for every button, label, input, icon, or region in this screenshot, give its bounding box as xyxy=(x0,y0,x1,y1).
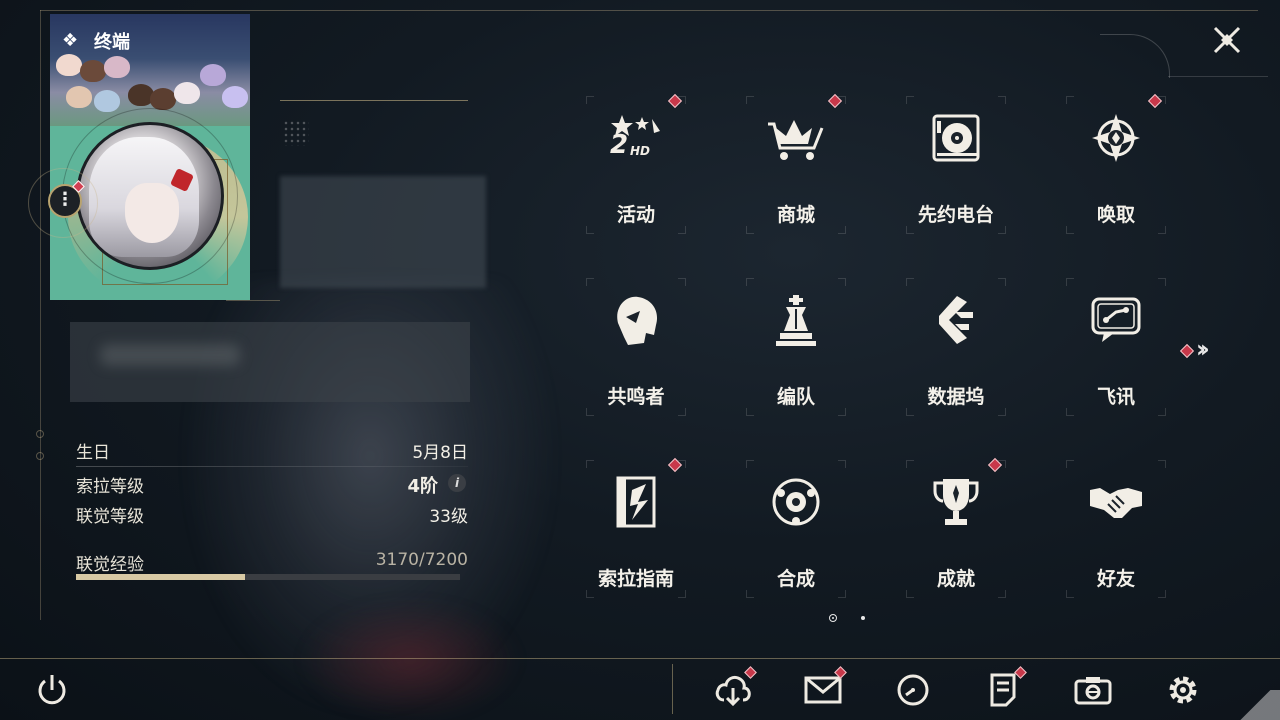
clock-icon xyxy=(897,674,929,706)
frame-left-line xyxy=(40,10,41,620)
menu-label: 共鸣者 xyxy=(607,386,665,408)
menu-label: 先约电台 xyxy=(917,204,994,226)
menu-label: 数据坞 xyxy=(927,386,985,408)
menu-label: 商城 xyxy=(776,204,815,226)
exp-progress-bar xyxy=(76,574,460,580)
notice-button[interactable] xyxy=(983,666,1027,710)
download-icon xyxy=(715,675,751,706)
birthday-value: 5月8日 xyxy=(412,443,468,463)
svg-text:HD: HD xyxy=(630,144,650,158)
menu-item-activity[interactable]: 2 HD 活动 xyxy=(586,93,686,234)
exp-value: 3170/7200 xyxy=(375,550,468,570)
shop-cart-icon xyxy=(764,110,828,166)
menu-label: 编队 xyxy=(776,386,815,408)
dot-grid-decoration xyxy=(283,120,309,146)
menu-label: 成就 xyxy=(936,568,975,590)
page-indicator xyxy=(826,612,870,624)
resonator-head-icon xyxy=(604,292,668,348)
birthday-label: 生日 xyxy=(76,443,110,463)
frame-left-ticks xyxy=(36,430,46,470)
menu-label: 合成 xyxy=(776,568,815,590)
menu-label: 唤取 xyxy=(1096,204,1135,226)
menu-label: 飞讯 xyxy=(1096,386,1135,408)
download-button[interactable] xyxy=(713,666,757,710)
menu-item-databank[interactable]: 数据坞 xyxy=(906,278,1006,416)
info-divider xyxy=(76,466,468,467)
data-bank-icon xyxy=(924,292,988,348)
sola-level-value: 4阶 xyxy=(407,476,438,497)
trophy-icon xyxy=(924,474,988,530)
menu-item-summon[interactable]: 唤取 xyxy=(1066,93,1166,234)
avatar[interactable] xyxy=(76,122,224,270)
svg-text:2: 2 xyxy=(610,130,628,160)
settings-button[interactable] xyxy=(1163,670,1203,710)
guidebook-icon xyxy=(604,474,668,530)
power-button[interactable] xyxy=(34,672,70,708)
menu-label: 索拉指南 xyxy=(597,568,674,590)
window-title-row: ❖ 终端 xyxy=(62,28,130,54)
next-page-button[interactable]: ›› xyxy=(1179,335,1224,364)
menu-item-achievements[interactable]: 成就 xyxy=(906,457,1006,598)
settings-gear-icon xyxy=(1169,676,1197,704)
bottom-bar-divider xyxy=(0,658,1280,659)
background-character-cloth xyxy=(300,600,520,720)
activity-2hd-icon: 2 HD xyxy=(604,110,668,166)
frame-curve-line xyxy=(1168,76,1268,77)
radio-vinyl-icon xyxy=(924,110,988,166)
page-dot-1[interactable] xyxy=(829,614,837,622)
player-signature-redacted[interactable] xyxy=(70,322,470,402)
close-button[interactable] xyxy=(1205,20,1249,64)
info-icon[interactable]: i xyxy=(448,474,466,492)
terminal-diamond-icon: ❖ xyxy=(62,30,79,51)
notification-badge xyxy=(1179,343,1195,359)
chess-team-icon xyxy=(764,292,828,348)
menu-label: 活动 xyxy=(616,204,655,226)
camera-icon xyxy=(1074,677,1112,705)
menu-item-shop[interactable]: 商城 xyxy=(746,93,846,234)
notice-icon xyxy=(990,673,1016,707)
double-chevron-right-icon: ›› xyxy=(1196,335,1210,363)
exp-label: 联觉经验 xyxy=(76,555,144,575)
menu-item-team[interactable]: 编队 xyxy=(746,278,846,416)
menu-item-resonator[interactable]: 共鸣者 xyxy=(586,278,686,416)
message-chat-icon xyxy=(1084,292,1148,348)
summon-compass-icon xyxy=(1084,110,1148,166)
frame-curve-decoration xyxy=(1100,34,1170,78)
menu-item-guidebook[interactable]: 索拉指南 xyxy=(586,457,686,598)
bottom-bar-separator xyxy=(672,664,673,714)
menu-item-radio[interactable]: 先约电台 xyxy=(906,96,1006,234)
mail-button[interactable] xyxy=(803,666,847,710)
mail-icon xyxy=(804,676,842,704)
page-dot-2[interactable] xyxy=(861,616,865,620)
window-title: 终端 xyxy=(94,32,130,53)
synthesis-icon xyxy=(764,474,828,530)
union-level-label: 联觉等级 xyxy=(76,507,144,527)
name-divider-top xyxy=(280,100,468,101)
corner-decoration xyxy=(1230,690,1280,720)
menu-item-friends[interactable]: 好友 xyxy=(1066,460,1166,598)
handshake-icon xyxy=(1084,474,1148,530)
menu-item-synthesis[interactable]: 合成 xyxy=(746,460,846,598)
player-name-redacted xyxy=(280,176,486,288)
exp-progress-fill xyxy=(76,574,245,580)
camera-button[interactable] xyxy=(1073,670,1113,710)
frame-top-line xyxy=(40,10,1258,11)
sola-level-label: 索拉等级 xyxy=(76,477,144,497)
close-icon xyxy=(1213,26,1241,54)
history-button[interactable] xyxy=(893,670,933,710)
menu-label: 好友 xyxy=(1096,568,1135,590)
power-icon xyxy=(38,675,66,705)
name-divider-bottom xyxy=(226,300,280,301)
union-level-value: 33级 xyxy=(429,507,468,527)
menu-item-messages[interactable]: 飞讯 xyxy=(1066,278,1166,416)
